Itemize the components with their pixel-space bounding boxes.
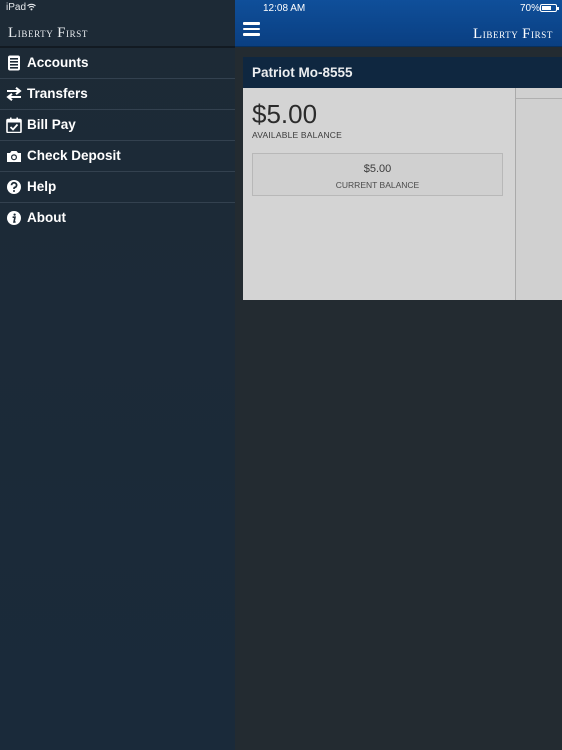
menu-item-label: Check Deposit [27, 148, 121, 163]
drawer-logo: Liberty First [8, 25, 88, 42]
logo-text: iberty [17, 26, 54, 40]
menu-item-check-deposit[interactable]: Check Deposit [0, 141, 235, 172]
help-icon [6, 179, 22, 195]
menu-item-label: Accounts [27, 55, 89, 70]
menu-item-help[interactable]: Help [0, 172, 235, 203]
battery-nub [557, 7, 559, 10]
device-label: iPad [6, 2, 27, 13]
logo-letter: F [522, 26, 532, 42]
battery-percent: 70% [520, 3, 541, 14]
menu-item-about[interactable]: About [0, 203, 235, 234]
account-card-body: $5.00 AVAILABLE BALANCE $5.00 CURRENT BA… [243, 88, 515, 300]
battery-icon [540, 4, 559, 12]
navigation-drawer: iPad Liberty First Accounts Transfers Bi… [0, 0, 235, 750]
current-balance-box: $5.00 CURRENT BALANCE [252, 153, 503, 196]
calendar-check-icon [6, 117, 22, 134]
logo-text: irst [531, 27, 553, 41]
battery-fill [542, 6, 552, 10]
hamburger-line [243, 22, 260, 25]
menu-item-transfers[interactable]: Transfers [0, 79, 235, 110]
status-bar-left: iPad [0, 0, 235, 16]
menu-item-label: Bill Pay [27, 117, 76, 132]
divider [516, 98, 562, 99]
account-card-header: Patriot Mo-8555 [243, 57, 562, 88]
current-balance-label: CURRENT BALANCE [335, 180, 420, 190]
logo-letter: L [473, 26, 483, 42]
logo-letter: L [8, 25, 18, 41]
status-time: 12:08 AM [263, 3, 306, 14]
menu-item-accounts[interactable]: Accounts [0, 48, 235, 79]
account-card[interactable]: Patriot Mo-8555 $5.00 AVAILABLE BALANCE … [243, 57, 562, 300]
transfers-icon [6, 86, 22, 102]
accounts-icon [6, 55, 22, 71]
camera-icon [6, 148, 22, 164]
next-card-peek[interactable] [515, 88, 562, 300]
account-name: Patriot Mo-8555 [252, 65, 353, 80]
available-balance-label: AVAILABLE BALANCE [252, 130, 343, 140]
available-balance-amount: $5.00 [252, 99, 318, 129]
app-header: 12:08 AM 70% Liberty First [235, 0, 562, 47]
wifi-icon [27, 3, 36, 14]
hamburger-line [243, 33, 260, 36]
current-balance-amount: $5.00 [363, 163, 392, 175]
menu-item-label: About [27, 210, 66, 225]
hamburger-menu-icon[interactable] [243, 22, 261, 38]
menu-item-label: Help [27, 179, 57, 194]
info-icon [6, 210, 22, 226]
main-pane: 12:08 AM 70% Liberty First Patriot Mo-85… [235, 0, 562, 750]
menu-item-label: Transfers [27, 86, 88, 101]
logo-text: irst [66, 26, 88, 40]
header-logo: Liberty First [473, 26, 553, 43]
hamburger-line [243, 27, 260, 30]
menu-item-bill-pay[interactable]: Bill Pay [0, 110, 235, 141]
logo-text: iberty [482, 27, 519, 41]
logo-letter: F [57, 25, 67, 41]
drawer-menu: Accounts Transfers Bill Pay Check Deposi… [0, 48, 235, 234]
